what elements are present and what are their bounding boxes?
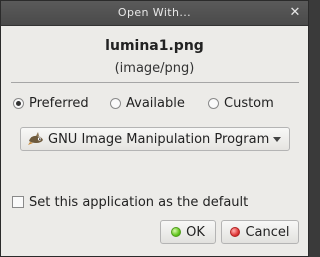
file-name: lumina1.png <box>105 38 204 54</box>
separator <box>11 82 299 83</box>
ok-indicator-icon <box>171 227 182 237</box>
radio-label: Preferred <box>29 95 89 111</box>
checkbox-label: Set this application as the default <box>29 194 249 210</box>
radio-label: Custom <box>224 95 274 111</box>
close-icon[interactable]: ✕ <box>288 5 302 19</box>
titlebar[interactable]: Open With... ✕ <box>1 1 308 26</box>
open-with-dialog: Open With... ✕ lumina1.png (image/png) P… <box>0 0 309 257</box>
radio-label: Available <box>126 95 185 111</box>
cancel-indicator-icon <box>230 227 241 237</box>
radio-indicator-selected[interactable] <box>13 97 24 109</box>
window-title: Open With... <box>117 6 192 19</box>
radio-indicator[interactable] <box>110 97 121 109</box>
file-mimetype: (image/png) <box>114 61 195 76</box>
ok-button-label: OK <box>186 224 205 240</box>
application-select[interactable]: GNU Image Manipulation Program <box>20 127 290 151</box>
default-app-checkbox[interactable]: Set this application as the default <box>12 193 248 211</box>
application-select-label: GNU Image Manipulation Program <box>48 131 269 147</box>
cancel-button-label: Cancel <box>245 224 290 240</box>
ok-button[interactable]: OK <box>160 220 216 244</box>
gimp-icon <box>28 132 43 145</box>
radio-available[interactable]: Available <box>110 94 185 112</box>
cancel-button[interactable]: Cancel <box>221 220 299 244</box>
chevron-down-icon <box>273 136 281 142</box>
checkbox-box[interactable] <box>12 196 24 208</box>
radio-preferred[interactable]: Preferred <box>13 94 89 112</box>
filter-radio-group: Preferred Available Custom <box>1 94 308 112</box>
radio-indicator[interactable] <box>208 97 219 109</box>
radio-custom[interactable]: Custom <box>208 94 274 112</box>
dialog-content: lumina1.png (image/png) Preferred Availa… <box>1 26 308 256</box>
